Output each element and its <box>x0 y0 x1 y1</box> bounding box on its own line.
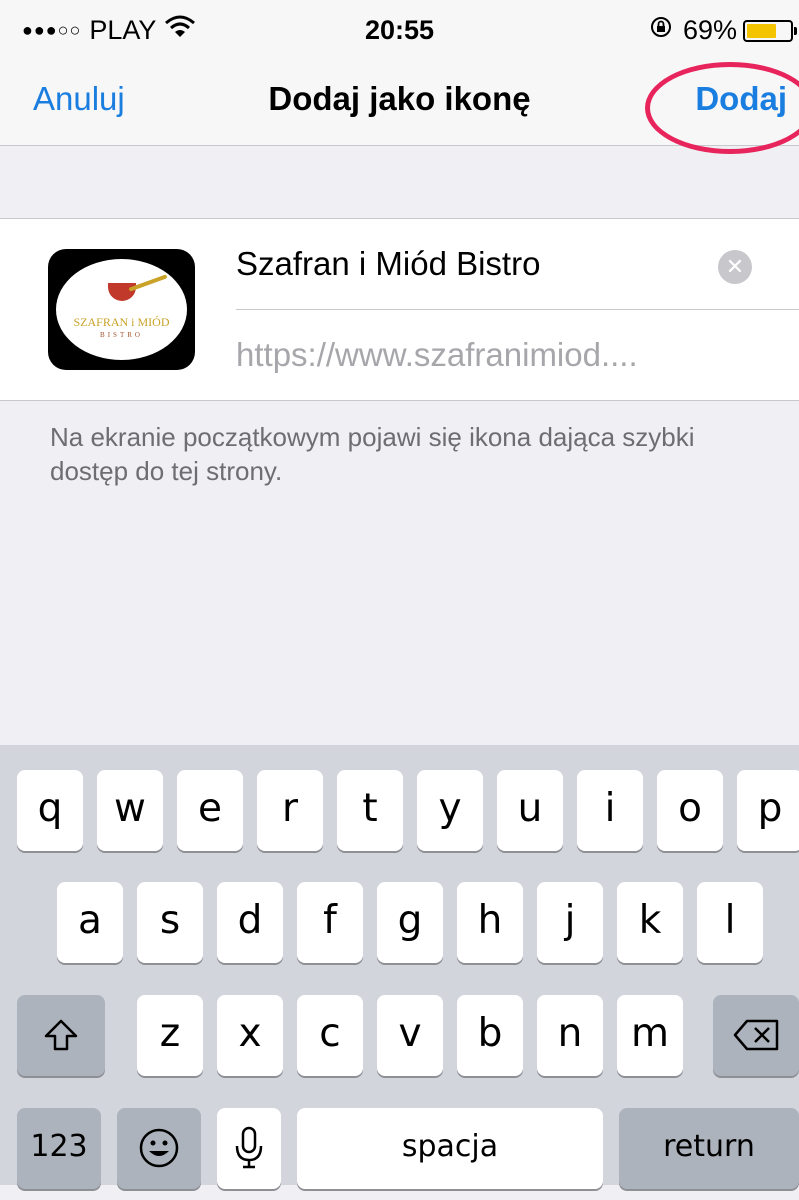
key-n[interactable]: n <box>537 995 603 1076</box>
key-w[interactable]: w <box>97 770 163 851</box>
key-f[interactable]: f <box>297 882 363 963</box>
emoji-icon <box>139 1128 179 1168</box>
field-divider <box>236 309 799 310</box>
rotation-lock-icon <box>649 15 673 46</box>
close-icon: ✕ <box>725 254 745 279</box>
battery-percent: 69% <box>682 15 737 45</box>
key-g[interactable]: g <box>377 882 443 963</box>
key-a[interactable]: a <box>57 882 123 963</box>
add-button[interactable]: Dodaj <box>695 80 787 118</box>
key-s[interactable]: s <box>137 882 203 963</box>
key-x[interactable]: x <box>217 995 283 1076</box>
space-key[interactable]: spacja <box>297 1108 603 1189</box>
emoji-key[interactable] <box>117 1108 201 1189</box>
key-e[interactable]: e <box>177 770 243 851</box>
key-d[interactable]: d <box>217 882 283 963</box>
add-to-home-form: SZAFRAN i MIÓD BISTRO Szafran i Miód Bis… <box>0 218 799 401</box>
key-i[interactable]: i <box>577 770 643 851</box>
battery-fill <box>747 23 776 38</box>
key-l[interactable]: l <box>697 882 763 963</box>
key-m[interactable]: m <box>617 995 683 1076</box>
battery-icon <box>743 19 797 42</box>
dictation-key[interactable] <box>217 1108 281 1189</box>
key-h[interactable]: h <box>457 882 523 963</box>
logo-subtext: BISTRO <box>100 331 143 339</box>
key-q[interactable]: q <box>17 770 83 851</box>
info-note: Na ekranie początkowym pojawi się ikona … <box>50 422 695 486</box>
shift-key[interactable] <box>17 995 105 1076</box>
key-t[interactable]: t <box>337 770 403 851</box>
key-v[interactable]: v <box>377 995 443 1076</box>
status-bar: ●●●○○ PLAY 20:55 69% <box>0 0 799 62</box>
key-y[interactable]: y <box>417 770 483 851</box>
logo-text: SZAFRAN i MIÓD <box>73 315 170 329</box>
key-p[interactable]: p <box>737 770 799 851</box>
key-z[interactable]: z <box>137 995 203 1076</box>
key-k[interactable]: k <box>617 882 683 963</box>
url-field: https://www.szafranimiod.... <box>236 336 638 373</box>
return-key[interactable]: return <box>619 1108 799 1189</box>
key-o[interactable]: o <box>657 770 723 851</box>
name-input[interactable]: Szafran i Miód Bistro <box>236 241 706 287</box>
key-r[interactable]: r <box>257 770 323 851</box>
shift-icon <box>44 1019 78 1051</box>
logo-circle: SZAFRAN i MIÓD BISTRO <box>56 259 187 360</box>
backspace-icon <box>733 1019 779 1051</box>
key-j[interactable]: j <box>537 882 603 963</box>
keyboard: qwertyuiop asdfghjkl zxcvbnm 123 spacja … <box>0 745 799 1189</box>
key-c[interactable]: c <box>297 995 363 1076</box>
backspace-key[interactable] <box>713 995 799 1076</box>
app-icon-preview: SZAFRAN i MIÓD BISTRO <box>48 249 195 370</box>
microphone-icon <box>235 1126 263 1169</box>
numbers-key[interactable]: 123 <box>17 1108 101 1189</box>
key-b[interactable]: b <box>457 995 523 1076</box>
clear-text-button[interactable]: ✕ <box>718 250 752 284</box>
key-u[interactable]: u <box>497 770 563 851</box>
page-title: Dodaj jako ikonę <box>268 80 531 117</box>
navigation-bar: Anuluj Dodaj jako ikonę Dodaj <box>0 62 799 146</box>
